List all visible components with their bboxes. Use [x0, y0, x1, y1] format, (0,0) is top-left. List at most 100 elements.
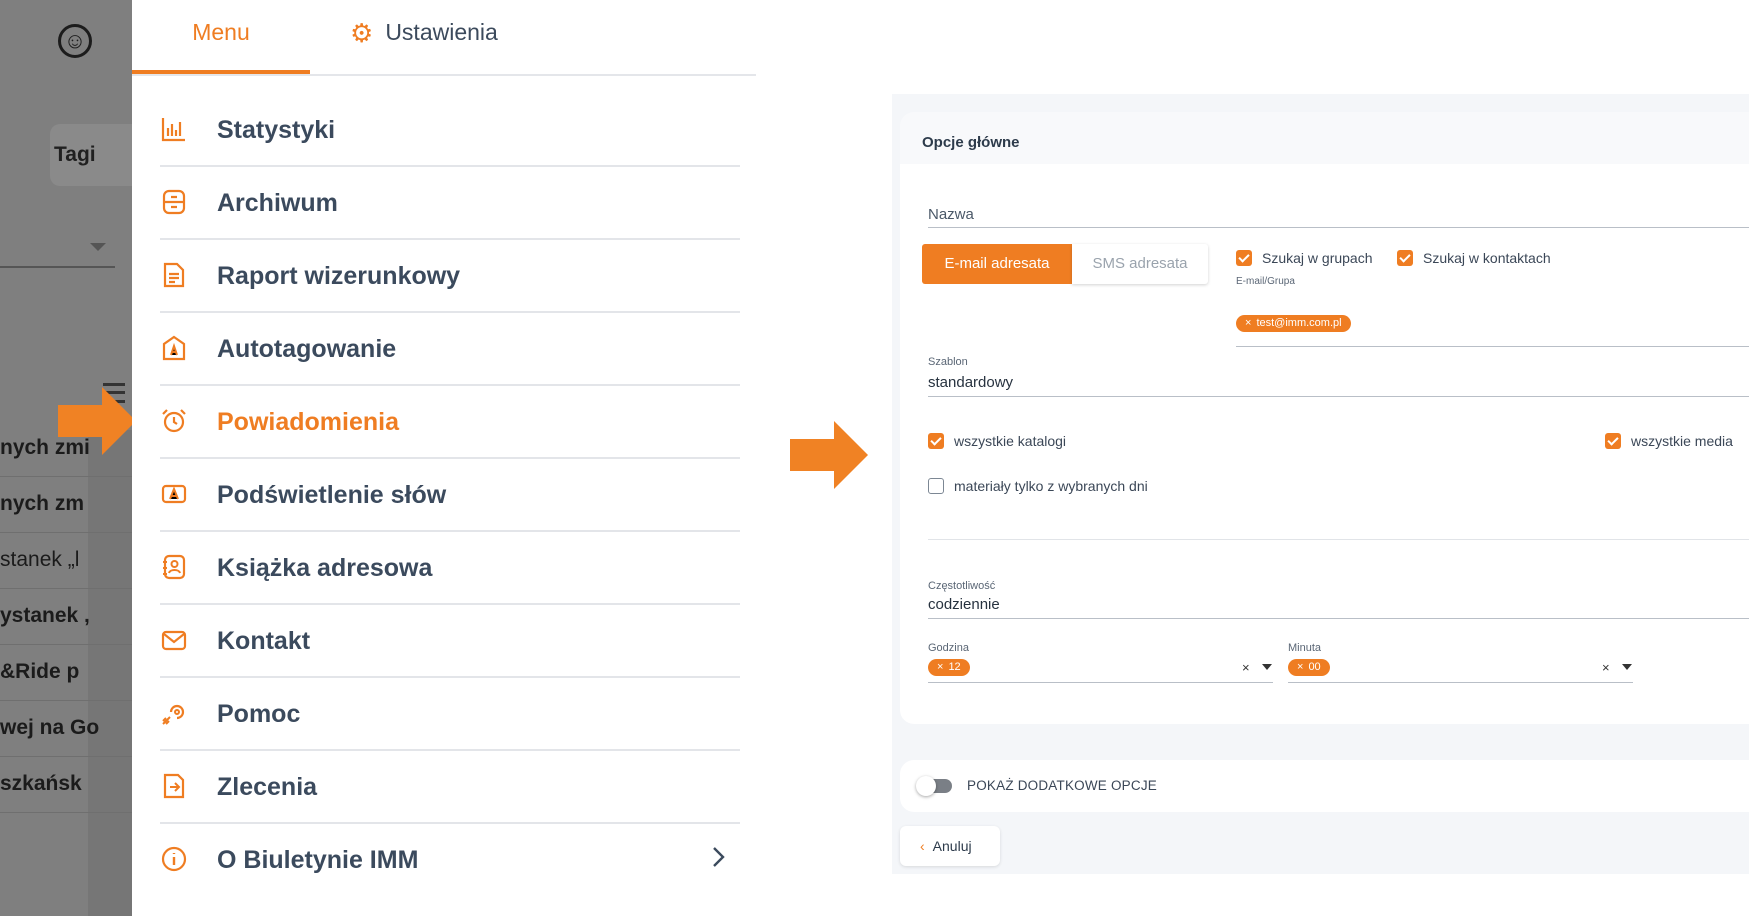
report-icon: [160, 262, 188, 290]
menu-item-podswietlenie-slow[interactable]: Podświetlenie słów: [160, 459, 740, 532]
minute-label: Minuta: [1288, 642, 1322, 654]
pointer-arrow-icon: [790, 421, 870, 489]
help-icon: [160, 700, 188, 728]
tab-menu[interactable]: Menu: [132, 0, 310, 74]
clear-icon[interactable]: ×: [1602, 660, 1610, 675]
email-chip[interactable]: × test@imm.com.pl: [1236, 315, 1351, 332]
all-media-label: wszystkie media: [1631, 433, 1733, 449]
chip-remove-icon[interactable]: ×: [1297, 661, 1303, 673]
menu-item-label: Raport wizerunkowy: [217, 262, 461, 290]
name-field-label: Nazwa: [928, 206, 974, 223]
minute-chip-value: 00: [1308, 661, 1321, 673]
background-row: nych zm: [0, 476, 132, 533]
extra-options-toggle[interactable]: [916, 776, 952, 796]
background-row: szkańsk: [0, 756, 132, 813]
menu-item-label: Statystyki: [217, 116, 336, 144]
form-section-header: [900, 112, 1749, 164]
menu-item-label: Zlecenia: [217, 773, 318, 801]
minute-select-controls[interactable]: ×: [1602, 660, 1632, 675]
chevron-right-icon: [710, 844, 728, 876]
background-row: stanek „l: [0, 532, 132, 589]
menu-item-label: O Biuletynie IMM: [217, 846, 419, 874]
all-media-checkbox[interactable]: [1605, 433, 1621, 449]
template-underline: [928, 396, 1749, 397]
menu-item-powiadomienia[interactable]: Powiadomienia: [160, 386, 740, 459]
accessibility-icon[interactable]: ☺: [58, 24, 92, 58]
frequency-select[interactable]: codziennie: [928, 596, 1000, 613]
all-catalogs-checkbox[interactable]: [928, 433, 944, 449]
hour-chip[interactable]: × 12: [928, 659, 970, 676]
clear-icon[interactable]: ×: [1242, 660, 1250, 675]
hour-chip-value: 12: [948, 661, 961, 673]
bar-chart-icon: [160, 116, 188, 144]
email-recipient-tab[interactable]: E-mail adresata: [922, 244, 1072, 284]
address-book-icon: [160, 554, 188, 582]
menu-item-label: Powiadomienia: [217, 408, 399, 436]
extra-options-bar: POKAŻ DODATKOWE OPCJE: [900, 760, 1749, 812]
section-divider: [928, 539, 1749, 540]
archive-icon: [160, 189, 188, 217]
chip-remove-icon[interactable]: ×: [1245, 317, 1251, 329]
background-row: ystanek ,: [0, 588, 132, 645]
cancel-button[interactable]: ‹ Anuluj: [900, 826, 1000, 866]
menu-item-label: Archiwum: [217, 189, 338, 217]
menu-item-label: Książka adresowa: [217, 554, 433, 582]
minute-select[interactable]: [1288, 682, 1633, 683]
email-group-label: E-mail/Grupa: [1236, 276, 1295, 287]
name-input[interactable]: [928, 227, 1749, 228]
menu-item-label: Autotagowanie: [217, 335, 397, 363]
background-tags-button: Tagi: [50, 124, 132, 186]
menu-item-kontakt[interactable]: Kontakt: [160, 605, 740, 678]
tabs-divider: [132, 74, 756, 76]
chevron-down-icon[interactable]: [1621, 664, 1632, 670]
hour-label: Godzina: [928, 642, 969, 654]
background-app-overlay: ☺ Tagi nych zmi nych zm stanek „l ystane…: [0, 0, 132, 916]
menu-item-label: Kontakt: [217, 627, 311, 655]
extra-options-label: POKAŻ DODATKOWE OPCJE: [967, 778, 1157, 793]
form-section-title: Opcje główne: [922, 134, 1020, 151]
chip-remove-icon[interactable]: ×: [937, 661, 943, 673]
menu-item-autotagowanie[interactable]: Autotagowanie: [160, 313, 740, 386]
chevron-left-icon: ‹: [920, 838, 925, 854]
template-select[interactable]: standardowy: [928, 374, 1013, 391]
tab-settings-label: Ustawienia: [385, 19, 498, 45]
cancel-button-label: Anuluj: [932, 838, 972, 854]
info-icon: [160, 846, 188, 874]
tab-settings[interactable]: ⚙ Ustawienia: [350, 0, 610, 74]
frequency-label: Częstotliwość: [928, 580, 996, 592]
chevron-down-icon[interactable]: [1261, 664, 1272, 670]
sms-recipient-tab[interactable]: SMS adresata: [1072, 244, 1208, 284]
background-row: &Ride p: [0, 644, 132, 701]
hour-select[interactable]: [928, 682, 1273, 683]
gear-icon: ⚙: [350, 18, 374, 48]
mail-icon: [160, 627, 188, 655]
menu-item-label: Pomoc: [217, 700, 301, 728]
menu-item-archiwum[interactable]: Archiwum: [160, 167, 740, 240]
notification-form: Opcje główne Nazwa E-mail adresata SMS a…: [892, 94, 1749, 874]
search-contacts-label: Szukaj w kontaktach: [1423, 250, 1551, 266]
selected-days-label: materiały tylko z wybranych dni: [954, 478, 1148, 494]
email-chip-value: test@imm.com.pl: [1256, 317, 1342, 329]
search-groups-label: Szukaj w grupach: [1262, 250, 1373, 266]
minute-chip[interactable]: × 00: [1288, 659, 1330, 676]
menu-item-statystyki[interactable]: Statystyki: [160, 94, 740, 167]
selected-days-checkbox[interactable]: [928, 478, 944, 494]
menu-item-pomoc[interactable]: Pomoc: [160, 678, 740, 751]
all-catalogs-label: wszystkie katalogi: [954, 433, 1067, 449]
frequency-underline: [928, 618, 1749, 619]
email-group-input[interactable]: [1236, 346, 1749, 347]
pointer-arrow-icon: [58, 387, 138, 455]
autotag-icon: [160, 335, 188, 363]
side-menu-panel: Menu ⚙ Ustawienia Statystyki Archiwum Rap…: [132, 0, 756, 916]
menu-item-zlecenia[interactable]: Zlecenia: [160, 751, 740, 824]
background-row: wej na Go: [0, 700, 132, 757]
search-groups-checkbox[interactable]: [1236, 250, 1252, 266]
menu-item-o-biuletynie[interactable]: O Biuletynie IMM: [160, 824, 740, 897]
highlight-icon: [160, 481, 188, 509]
hour-select-controls[interactable]: ×: [1242, 660, 1272, 675]
menu-item-label: Podświetlenie słów: [217, 481, 447, 509]
chevron-down-icon: [90, 243, 106, 251]
search-contacts-checkbox[interactable]: [1397, 250, 1413, 266]
menu-item-ksiazka-adresowa[interactable]: Książka adresowa: [160, 532, 740, 605]
menu-item-raport-wizerunkowy[interactable]: Raport wizerunkowy: [160, 240, 740, 313]
